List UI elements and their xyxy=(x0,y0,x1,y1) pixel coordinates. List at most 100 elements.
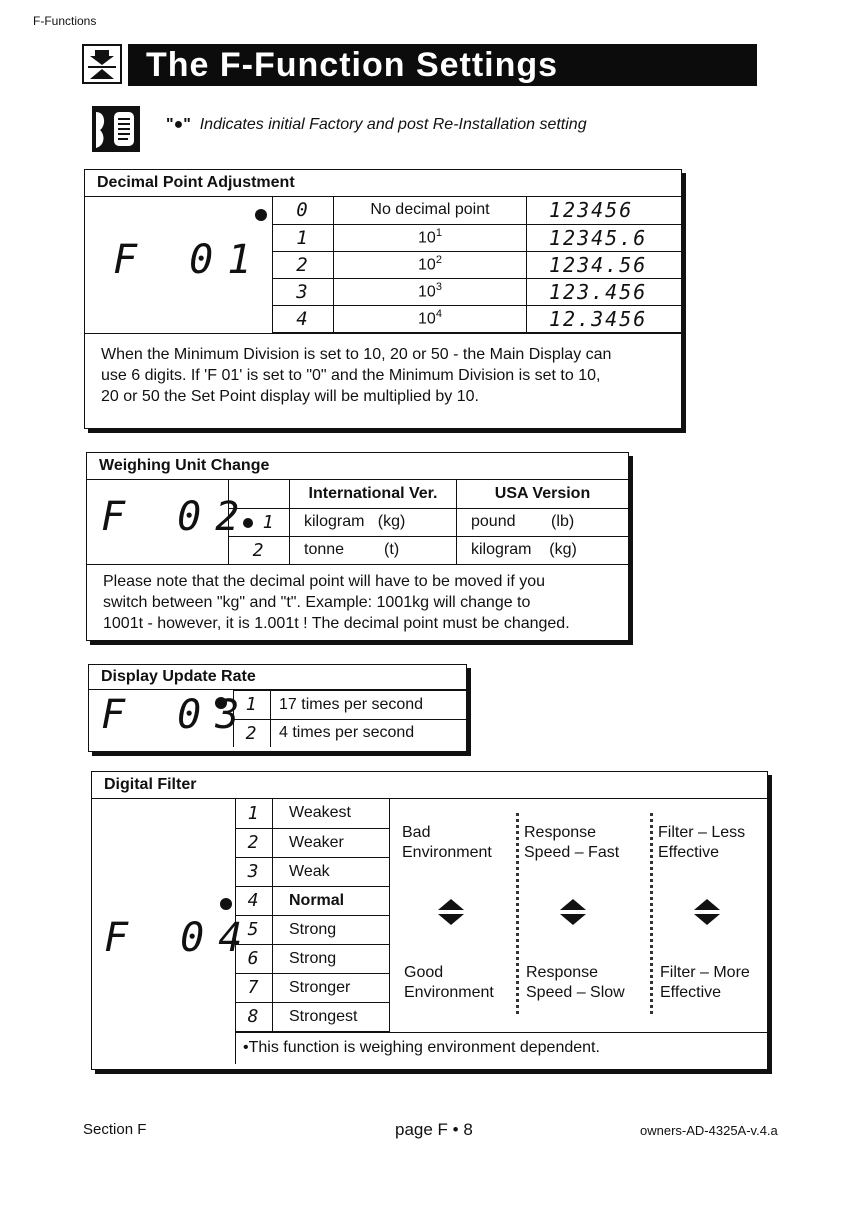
footer-page-number: page F • 8 xyxy=(395,1120,473,1139)
f01-option-row: 1 101 12345.6 xyxy=(272,223,681,252)
option-label: 103 xyxy=(333,277,527,306)
f04-title: Digital Filter xyxy=(92,772,767,799)
column-divider xyxy=(516,813,519,1014)
zero-tracking-icon xyxy=(82,44,122,84)
option-code: 2 xyxy=(235,827,273,858)
page-title: The F-Function Settings xyxy=(128,44,757,86)
option-label: 101 xyxy=(333,223,527,252)
display-example: 123.456 xyxy=(526,277,681,306)
option-label: Weaker xyxy=(272,827,390,858)
f04-option-row: 4 Normal xyxy=(235,885,390,916)
f02-options-table: International Ver. USA Version 1 kilogram… xyxy=(228,480,628,565)
scale-top-label: Filter – Less Effective xyxy=(658,824,746,861)
option-label: Strong xyxy=(272,914,390,945)
exponent: 2 xyxy=(435,254,442,267)
f04-option-row: 3 Weak xyxy=(235,856,390,887)
section-header: F-Functions xyxy=(33,14,97,28)
f04-code: F 04 xyxy=(104,915,257,961)
option-label: 104 xyxy=(333,304,527,333)
display-example: 12.3456 xyxy=(526,304,681,333)
notebook-speech-icon xyxy=(92,106,140,152)
option-label: No decimal point xyxy=(333,197,527,225)
f01-option-row: 2 102 1234.56 xyxy=(272,250,681,279)
col-header-international: International Ver. xyxy=(289,480,457,509)
option-label: 4 times per second xyxy=(270,718,466,747)
f04-scales: Bad Environment Good Environment Response Spe… xyxy=(389,799,767,1032)
option-code: 6 xyxy=(235,943,273,974)
option-code: 5 xyxy=(235,914,273,945)
scale-top-label: Response Speed – Fast xyxy=(524,824,620,861)
option-code: 1 xyxy=(272,223,334,252)
option-code: 1 xyxy=(228,507,290,537)
default-dot xyxy=(215,697,227,709)
f01-title: Decimal Point Adjustment xyxy=(85,170,681,197)
default-marker: "●" xyxy=(166,116,191,133)
f04-option-row: 1 Weakest xyxy=(235,799,390,829)
exponent: 3 xyxy=(435,281,442,294)
usa-unit: kilogram (kg) xyxy=(456,535,628,565)
option-code: 2 xyxy=(233,718,271,747)
option-code: 2 xyxy=(272,250,334,279)
intl-unit: kilogram (kg) xyxy=(289,507,457,537)
exponent: 1 xyxy=(435,227,442,240)
f04-option-row: 5 Strong xyxy=(235,914,390,945)
display-example: 123456 xyxy=(526,197,681,225)
option-code: 1 xyxy=(235,799,273,829)
option-label: Strong xyxy=(272,943,390,974)
f04-digital-filter-box: Digital Filter F 04 1 Weakest 2 Weaker 3 Weak… xyxy=(91,771,768,1070)
exponent: 4 xyxy=(435,308,442,321)
f01-options-table: 0 No decimal point 123456 1 101 12345.6 2 102 12… xyxy=(272,197,681,333)
note-text: Indicates initial Factory and post Re-In… xyxy=(199,116,587,133)
footer-doc-id: owners-AD-4325A-v.4.a xyxy=(640,1123,778,1138)
column-divider xyxy=(650,813,653,1014)
scale-bottom-label: Good Environment xyxy=(404,964,494,1001)
f04-option-row: 2 Weaker xyxy=(235,827,390,858)
option-label: Stronger xyxy=(272,972,390,1003)
scale-bottom-label: Filter – More Effective xyxy=(660,964,750,1001)
f02-weighing-unit-box: Weighing Unit Change F 02 International … xyxy=(86,452,629,641)
scale-top-label: Bad Environment xyxy=(402,824,492,861)
f01-option-row: 0 No decimal point 123456 xyxy=(272,197,681,225)
f03-option-row: 24 times per second xyxy=(233,718,466,747)
option-label: Weakest xyxy=(272,799,390,829)
option-label: Strongest xyxy=(272,1001,390,1032)
default-dot xyxy=(220,898,232,910)
option-label: 102 xyxy=(333,250,527,279)
f04-option-row: 7 Stronger xyxy=(235,972,390,1003)
option-code: 4 xyxy=(272,304,334,333)
option-code: 7 xyxy=(235,972,273,1003)
option-code: 3 xyxy=(272,277,334,306)
col-header-usa: USA Version xyxy=(456,480,628,509)
option-code: 1 xyxy=(233,690,271,720)
option-code: 0 xyxy=(272,197,334,225)
f03-title: Display Update Rate xyxy=(89,665,466,690)
option-code: 3 xyxy=(235,856,273,887)
f02-option-row: 2 tonne (t) kilogram (kg) xyxy=(228,535,628,565)
intl-unit: tonne (t) xyxy=(289,535,457,565)
f01-note: When the Minimum Division is set to 10, … xyxy=(101,346,612,405)
default-dot xyxy=(255,209,267,221)
f01-option-row: 3 103 123.456 xyxy=(272,277,681,306)
footer-section: Section F xyxy=(83,1121,147,1138)
up-down-arrow-icon xyxy=(558,897,588,932)
f04-footnote: •This function is weighing environment d… xyxy=(235,1032,767,1065)
option-label: Weak xyxy=(272,856,390,887)
f03-option-row: 1 17 times per second xyxy=(233,690,466,720)
option-code: 4 xyxy=(235,885,273,916)
up-down-arrow-icon xyxy=(692,897,722,932)
option-label: Normal xyxy=(272,885,390,916)
option-code: 8 xyxy=(235,1001,273,1032)
f02-option-row: 1 kilogram (kg) pound (lb) xyxy=(228,507,628,537)
f03-display-rate-box: Display Update Rate F 03 1 17 times per s… xyxy=(88,664,467,752)
f03-options-table: 1 17 times per second 2 4 times per second xyxy=(233,690,466,747)
default-dot xyxy=(242,517,253,528)
f01-code: F 01 xyxy=(113,237,266,283)
f04-option-row: 6 Strong xyxy=(235,943,390,974)
f02-note: Please note that the decimal point will … xyxy=(103,573,570,632)
option-code: 2 xyxy=(228,535,290,565)
f04-options-table: 1 Weakest 2 Weaker 3 Weak 4 Normal 5 Strong 6 Stron… xyxy=(235,799,390,1032)
display-example: 12345.6 xyxy=(526,223,681,252)
option-label: 17 times per second xyxy=(270,690,466,720)
usa-unit: pound (lb) xyxy=(456,507,628,537)
up-down-arrow-icon xyxy=(436,897,466,932)
